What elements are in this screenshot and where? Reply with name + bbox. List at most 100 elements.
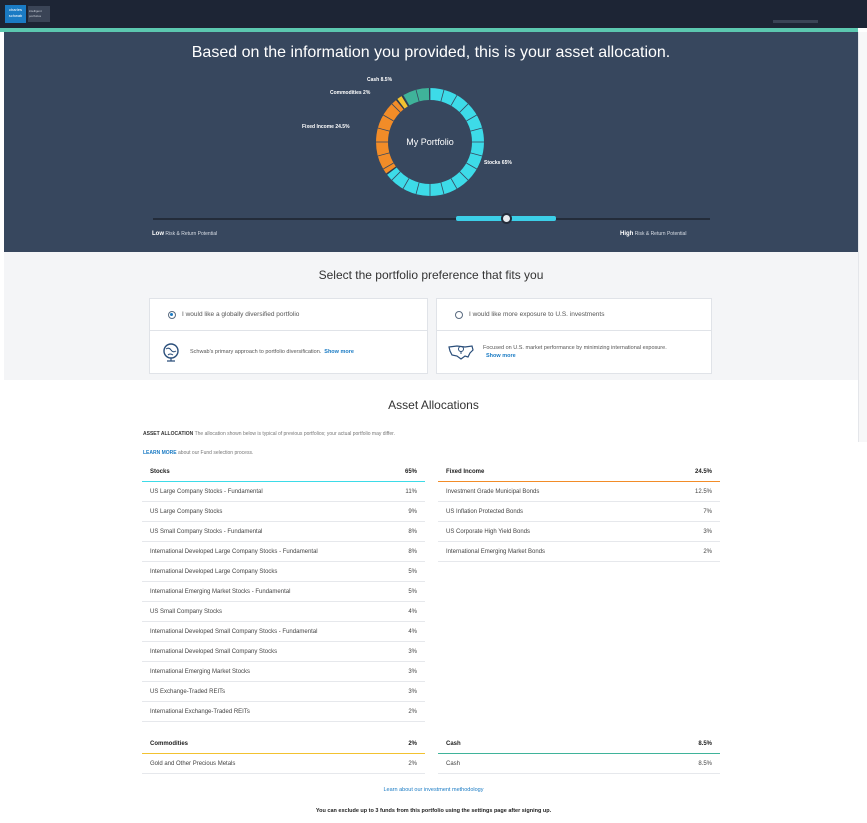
- cash-header: Cash 8.5%: [438, 734, 720, 754]
- asset-allocations-title: Asset Allocations: [388, 398, 479, 412]
- table-row: Investment Grade Municipal Bonds 12.5%: [438, 482, 720, 502]
- table-row: International Emerging Market Bonds 2%: [438, 542, 720, 562]
- fund-percent: 8.5%: [698, 760, 712, 767]
- us-map-icon: [448, 345, 474, 360]
- fund-name: Cash: [446, 760, 461, 767]
- risk-low-label: Low Risk & Return Potential: [152, 231, 218, 237]
- globe-icon: [163, 343, 179, 362]
- commodities-table: Commodities 2% Gold and Other Precious Met…: [142, 734, 425, 774]
- fund-percent: 3%: [408, 648, 417, 655]
- option-us-card[interactable]: I would like more exposure to U.S. inves…: [436, 298, 712, 374]
- asset-allocation-note: ASSET ALLOCATION The allocation shown be…: [143, 431, 395, 437]
- label-fixed-income: Fixed Income 24.5%: [302, 124, 350, 130]
- fund-name: International Developed Large Company St…: [150, 548, 318, 555]
- fund-name: International Emerging Market Stocks: [150, 668, 251, 675]
- stocks-table: Stocks 65% US Large Company Stocks - Funda…: [142, 462, 425, 722]
- cash-header-total: 8.5%: [698, 740, 712, 747]
- fund-percent: 3%: [408, 668, 417, 675]
- table-row: International Emerging Market Stocks 3%: [142, 662, 425, 682]
- allocation-hero: Based on the information you provided, t…: [4, 32, 858, 252]
- option-global-card[interactable]: I would like a globally diversified port…: [149, 298, 428, 374]
- commodities-header-name: Commodities: [150, 740, 189, 747]
- fund-name: International Exchange-Traded REITs: [150, 708, 250, 715]
- fund-name: International Emerging Market Stocks - F…: [150, 588, 291, 595]
- fund-name: Investment Grade Municipal Bonds: [446, 488, 540, 495]
- table-row: US Inflation Protected Bonds 7%: [438, 502, 720, 522]
- table-row: International Developed Small Company St…: [142, 642, 425, 662]
- fund-percent: 12.5%: [694, 488, 712, 495]
- label-commodities: Commodities 2%: [330, 90, 371, 96]
- table-row: International Exchange-Traded REITs 2%: [142, 702, 425, 722]
- table-row: Gold and Other Precious Metals 2%: [142, 754, 425, 774]
- investment-methodology-link[interactable]: Learn about our investment methodology: [0, 787, 867, 793]
- fund-percent: 2%: [703, 548, 712, 555]
- fund-name: US Small Company Stocks: [150, 608, 223, 615]
- fund-percent: 4%: [408, 608, 417, 615]
- fixed-income-header-total: 24.5%: [694, 468, 712, 475]
- radio-global[interactable]: [168, 310, 176, 319]
- table-row: International Developed Large Company St…: [142, 562, 425, 582]
- fund-percent: 5%: [408, 588, 417, 595]
- schwab-logo[interactable]: charles schwab: [5, 5, 26, 23]
- fund-percent: 4%: [408, 628, 417, 635]
- fund-name: US Small Company Stocks - Fundamental: [150, 528, 263, 535]
- risk-slider-track[interactable]: [153, 218, 710, 220]
- fund-percent: 7%: [703, 508, 712, 515]
- table-row: US Large Company Stocks - Fundamental 11%: [142, 482, 425, 502]
- label-stocks: Stocks 65%: [484, 160, 512, 166]
- learn-more-row: LEARN MORE about our Fund selection proc…: [143, 450, 254, 456]
- fund-percent: 3%: [703, 528, 712, 535]
- fund-name: International Developed Small Company St…: [150, 648, 278, 655]
- fund-percent: 3%: [408, 688, 417, 695]
- table-row: Cash 8.5%: [438, 754, 720, 774]
- option-us-label: I would like more exposure to U.S. inves…: [469, 311, 605, 318]
- scrollbar[interactable]: [858, 32, 867, 442]
- fund-percent: 5%: [408, 568, 417, 575]
- fund-name: US Large Company Stocks: [150, 508, 223, 515]
- table-row: US Corporate High Yield Bonds 3%: [438, 522, 720, 542]
- stocks-header-name: Stocks: [150, 468, 170, 475]
- option-us-desc: Focused on U.S. market performance by mi…: [483, 345, 667, 351]
- preference-title: Select the portfolio preference that fit…: [318, 268, 544, 282]
- table-row: US Small Company Stocks - Fundamental 8%: [142, 522, 425, 542]
- learn-more-link[interactable]: LEARN MORE: [143, 450, 177, 456]
- risk-slider-handle[interactable]: [501, 213, 512, 224]
- fund-name: US Large Company Stocks - Fundamental: [150, 488, 263, 495]
- hero-title: Based on the information you provided, t…: [191, 44, 671, 61]
- fund-percent: 8%: [408, 548, 417, 555]
- fund-name: International Developed Large Company St…: [150, 568, 278, 575]
- exclude-funds-note: You can exclude up to 3 funds from this …: [315, 808, 552, 814]
- label-cash: Cash 8.5%: [367, 77, 393, 83]
- account-menu[interactable]: [773, 20, 818, 23]
- fixed-income-table: Fixed Income 24.5% Investment Grade Munici…: [438, 462, 720, 562]
- fund-name: US Corporate High Yield Bonds: [446, 528, 531, 535]
- portfolio-donut-chart: My Portfolio: [376, 88, 484, 196]
- option-global-desc: Schwab's primary approach to portfolio d…: [190, 349, 322, 355]
- fund-name: International Emerging Market Bonds: [446, 548, 546, 555]
- stocks-header-total: 65%: [404, 468, 417, 475]
- fixed-income-header: Fixed Income 24.5%: [438, 462, 720, 482]
- fixed-income-header-name: Fixed Income: [446, 468, 485, 475]
- show-more-global-link[interactable]: Show more: [324, 349, 354, 355]
- show-more-us-link[interactable]: Show more: [486, 353, 516, 359]
- stocks-header: Stocks 65%: [142, 462, 425, 482]
- intelligent-portfolios-logo: intelligent portfolios: [28, 6, 50, 22]
- table-row: International Developed Large Company St…: [142, 542, 425, 562]
- commodities-header-total: 2%: [408, 740, 417, 747]
- fund-percent: 9%: [408, 508, 417, 515]
- fund-name: US Exchange-Traded REITs: [150, 688, 226, 695]
- fund-percent: 2%: [408, 708, 417, 715]
- donut-center-label: My Portfolio: [406, 137, 454, 147]
- fund-percent: 8%: [408, 528, 417, 535]
- cash-table: Cash 8.5% Cash 8.5%: [438, 734, 720, 774]
- risk-high-label: High Risk & Return Potential: [620, 231, 687, 237]
- table-row: International Emerging Market Stocks - F…: [142, 582, 425, 602]
- top-bar: charles schwab intelligent portfolios: [0, 0, 867, 28]
- fund-name: Gold and Other Precious Metals: [150, 760, 236, 767]
- portfolio-preference-section: Select the portfolio preference that fit…: [4, 252, 858, 380]
- fund-percent: 11%: [405, 488, 417, 495]
- radio-us[interactable]: [455, 310, 463, 319]
- table-row: US Exchange-Traded REITs 3%: [142, 682, 425, 702]
- table-row: US Small Company Stocks 4%: [142, 602, 425, 622]
- table-row: US Large Company Stocks 9%: [142, 502, 425, 522]
